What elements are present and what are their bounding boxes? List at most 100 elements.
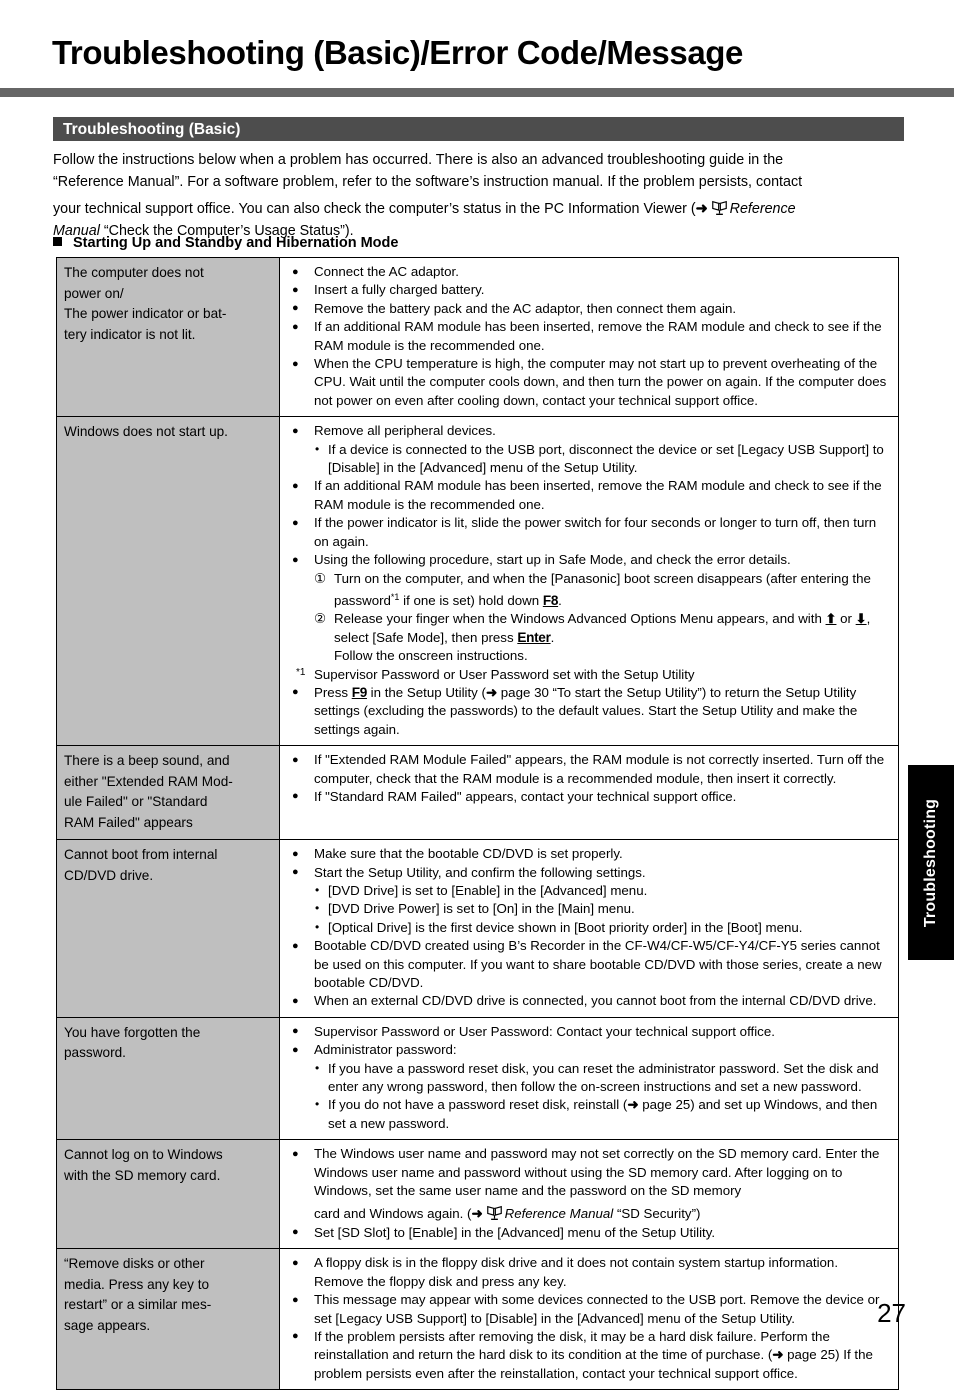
symptom-line: You have forgotten the	[64, 1024, 201, 1040]
list-item: Make sure that the bootable CD/DVD is se…	[288, 845, 890, 864]
footnote: *1 Supervisor Password or User Password s…	[288, 666, 890, 684]
thumb-tab-troubleshooting[interactable]: Troubleshooting	[908, 765, 954, 960]
list-item: When an external CD/DVD drive is connect…	[288, 992, 890, 1011]
symptom-cell: “Remove disks or other media. Press any …	[56, 1248, 280, 1390]
list-item-text-end: “SD Security”)	[613, 1206, 701, 1222]
step-text-cont: if one is set) hold down	[399, 592, 543, 608]
subheading: Starting Up and Standby and Hibernation …	[53, 233, 398, 253]
footnote-text: Supervisor Password or User Password set…	[314, 666, 695, 682]
symptom-cell: Windows does not start up.	[56, 416, 280, 747]
list-item-text-cont: card and Windows again. (	[314, 1206, 472, 1222]
list-item: If an additional RAM module has been ins…	[288, 318, 890, 355]
sub-list-item: [DVD Drive] is set to [Enable] in the [A…	[314, 881, 890, 900]
symptom-line: ule Failed" or "Standard	[64, 794, 208, 810]
table-row: The computer does not power on/ The powe…	[56, 256, 899, 418]
list-item: Start the Setup Utility, and confirm the…	[288, 863, 890, 938]
key-enter: Enter	[517, 629, 551, 645]
table-row: “Remove disks or other media. Press any …	[56, 1248, 899, 1390]
list-item-text: Start the Setup Utility, and confirm the…	[314, 864, 646, 880]
list-item: Remove all peripheral devices. If a devi…	[288, 422, 890, 477]
solution-list: A floppy disk is in the floppy disk driv…	[288, 1254, 890, 1383]
list-item: Administrator password: If you have a pa…	[288, 1041, 890, 1133]
list-item: Remove the battery pack and the AC adapt…	[288, 299, 890, 318]
square-bullet-icon	[53, 237, 62, 246]
sub-list-item: If you have a password reset disk, you c…	[314, 1059, 890, 1097]
symptom-line: The power indicator or bat-	[64, 306, 227, 321]
numbered-list-item: ① Turn on the computer, and when the [Pan…	[314, 570, 890, 611]
list-item-text-wrap: card and Windows again. (➜ Reference Manu…	[314, 1205, 890, 1223]
numbered-list-item: ② Release your finger when the Windows Ad…	[314, 610, 890, 665]
symptom-cell: Cannot boot from internal CD/DVD drive.	[56, 839, 280, 1018]
circled-number-1-icon: ①	[314, 570, 326, 586]
list-item: If "Extended RAM Module Failed" appears,…	[288, 751, 890, 788]
list-item-text: Remove all peripheral devices.	[314, 423, 496, 439]
footnote-mark: *1	[296, 666, 306, 678]
section-header-label: Troubleshooting (Basic)	[63, 121, 241, 138]
solution-list: Remove all peripheral devices. If a devi…	[288, 422, 890, 665]
list-item-text: Administrator password:	[314, 1042, 457, 1058]
symptom-line: Cannot log on to Windows	[64, 1147, 223, 1163]
sub-list: If you have a password reset disk, you c…	[314, 1059, 890, 1134]
list-item-text: If the problem persists after removing t…	[314, 1328, 830, 1363]
title-divider-bar	[0, 88, 954, 97]
solution-list-cont: Press F9 in the Setup Utility (➜ page 30…	[288, 683, 890, 739]
solution-cell: If "Extended RAM Module Failed" appears,…	[279, 745, 899, 841]
solution-list: Make sure that the bootable CD/DVD is se…	[288, 845, 890, 1011]
step-followup: Follow the onscreen instructions.	[334, 648, 528, 664]
list-item: If the power indicator is lit, slide the…	[288, 514, 890, 551]
solution-list: The Windows user name and password may n…	[288, 1145, 890, 1242]
sub-list-item: [Optical Drive] is the first device show…	[314, 918, 890, 937]
list-item-text: Using the following procedure, start up …	[314, 552, 791, 568]
arrow-icon: ➜	[471, 1206, 483, 1222]
sub-list-item-text: If you do not have a password reset disk…	[328, 1097, 628, 1113]
step-text-end: .	[558, 592, 562, 608]
solution-cell: Supervisor Password or User Password: Co…	[279, 1016, 899, 1141]
solution-cell: Connect the AC adaptor. Insert a fully c…	[279, 256, 899, 418]
key-arrow-down-icon: ⬇	[855, 611, 867, 627]
list-item: Using the following procedure, start up …	[288, 551, 890, 665]
symptom-cell: You have forgotten the password.	[56, 1016, 280, 1141]
thumb-tab-label: Troubleshooting	[922, 798, 939, 927]
list-item: Bootable CD/DVD created using B’s Record…	[288, 937, 890, 992]
symptom-line: with the SD memory card.	[64, 1167, 221, 1183]
key-arrow-up-icon: ⬆	[825, 611, 837, 627]
intro-paragraph: Follow the instructions below when a pro…	[53, 150, 905, 242]
table-row: Cannot log on to Windows with the SD mem…	[56, 1139, 899, 1250]
subheading-label: Starting Up and Standby and Hibernation …	[73, 235, 399, 251]
solution-list: Supervisor Password or User Password: Co…	[288, 1022, 890, 1133]
solution-cell: Remove all peripheral devices. If a devi…	[279, 416, 899, 747]
list-item: The Windows user name and password may n…	[288, 1145, 890, 1224]
solution-cell: Make sure that the bootable CD/DVD is se…	[279, 839, 899, 1018]
symptom-line: The computer does not	[64, 265, 204, 280]
list-item: Insert a fully charged battery.	[288, 281, 890, 300]
symptom-line: power on/	[64, 285, 124, 301]
symptom-line: RAM Failed" appears	[64, 814, 193, 830]
symptom-line: password.	[64, 1045, 126, 1061]
arrow-icon: ➜	[485, 684, 498, 700]
numbered-list: ① Turn on the computer, and when the [Pan…	[314, 570, 890, 666]
sub-list-item: If a device is connected to the USB port…	[314, 440, 890, 478]
arrow-icon: ➜	[627, 1097, 639, 1113]
list-item-text: The Windows user name and password may n…	[314, 1146, 880, 1199]
list-item: This message may appear with some device…	[288, 1291, 890, 1328]
intro-line-1: Follow the instructions below when a pro…	[53, 152, 784, 168]
key-f9: F9	[351, 684, 368, 700]
table-row: Windows does not start up. Remove all pe…	[56, 416, 899, 747]
intro-line-3-text: your technical support office. You can a…	[53, 201, 696, 217]
sub-list-item: [DVD Drive Power] is set to [On] in the …	[314, 899, 890, 918]
troubleshooting-table: The computer does not power on/ The powe…	[56, 256, 899, 1390]
list-item: If an additional RAM module has been ins…	[288, 477, 890, 514]
key-f8: F8	[542, 592, 559, 608]
step-text: Release your finger when the Windows Adv…	[334, 611, 826, 627]
list-item: Supervisor Password or User Password: Co…	[288, 1022, 890, 1041]
symptom-line: tery indicator is not lit.	[64, 326, 196, 342]
solution-cell: The Windows user name and password may n…	[279, 1139, 899, 1250]
symptom-line: Windows does not start up.	[64, 424, 228, 440]
intro-line-2: “Reference Manual”. For a software probl…	[53, 173, 803, 190]
solution-list: If "Extended RAM Module Failed" appears,…	[288, 751, 890, 807]
arrow-icon: ➜	[695, 201, 708, 217]
reference-manual-italic: Reference Manual	[504, 1206, 614, 1222]
intro-reference-italic: Reference	[729, 201, 796, 217]
sub-list-item: If you do not have a password reset disk…	[314, 1095, 890, 1133]
symptom-cell: The computer does not power on/ The powe…	[56, 256, 280, 418]
